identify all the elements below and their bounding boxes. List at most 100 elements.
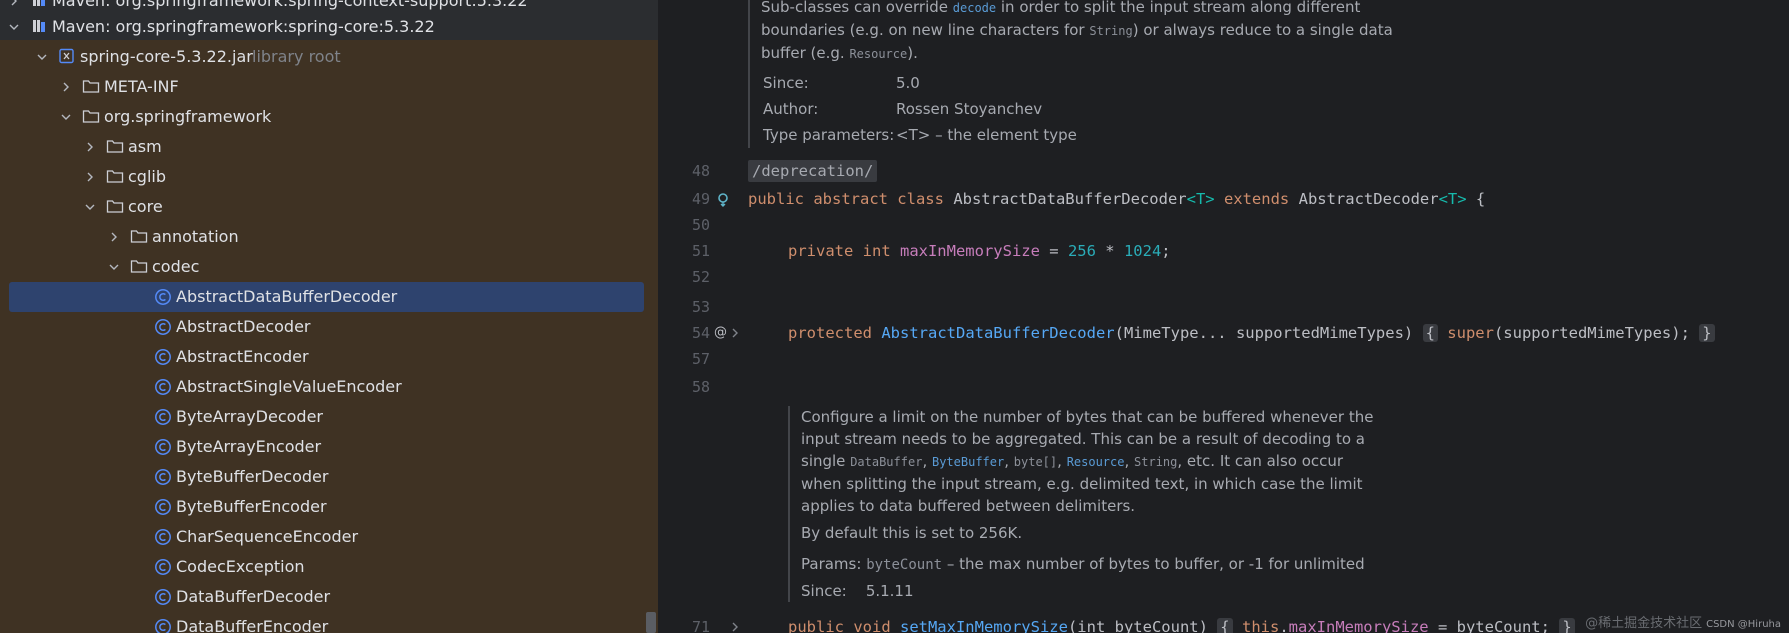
tree-node[interactable]: AbstractEncoder	[0, 342, 658, 372]
doc-default-text: By default this is set to 256K.	[801, 524, 1023, 542]
doc-text: applies to data buffered between delimit…	[801, 497, 1136, 515]
fold-chevron-icon[interactable]	[730, 320, 740, 346]
tree-node[interactable]: core	[0, 192, 658, 222]
doc-since-label: Since:	[763, 74, 809, 92]
doc-text: when splitting the input stream, e.g. de…	[801, 475, 1363, 493]
jar-icon	[58, 42, 76, 72]
tree-node-label: AbstractDecoder	[176, 317, 311, 336]
tree-node[interactable]: asm	[0, 132, 658, 162]
fold-chevron-icon[interactable]	[730, 614, 740, 633]
tree-node[interactable]: DataBufferEncoder	[0, 612, 658, 633]
class-icon	[154, 282, 172, 312]
code-line-54[interactable]: protected AbstractDataBufferDecoder(Mime…	[788, 320, 1715, 346]
chevron-right-icon[interactable]	[60, 72, 74, 102]
doc-since-value: 5.1.11	[865, 582, 914, 600]
line-number: 54	[691, 324, 710, 342]
tree-node[interactable]: CodecException	[0, 552, 658, 582]
code-line-71[interactable]: public void setMaxInMemorySize(int byteC…	[788, 614, 1575, 633]
chevron-right-icon[interactable]	[84, 132, 98, 162]
chevron-down-icon[interactable]	[60, 102, 74, 132]
code-editor[interactable]: Sub-classes can override decode in order…	[658, 0, 1789, 633]
class-doc-comment: Sub-classes can override decode in order…	[748, 0, 1401, 148]
tree-node-label: core	[128, 197, 163, 216]
folder-icon	[106, 132, 124, 162]
line-number: 51	[691, 242, 710, 260]
line-number: 57	[691, 350, 710, 368]
line-number: 49	[691, 190, 710, 208]
tree-node-label: META-INF	[104, 77, 179, 96]
chevron-right-icon[interactable]	[84, 162, 98, 192]
tree-node[interactable]: AbstractDecoder	[0, 312, 658, 342]
doc-params-text: – the max number of bytes to buffer, or …	[942, 555, 1365, 573]
tree-node[interactable]: annotation	[0, 222, 658, 252]
tree-node-label: CodecException	[176, 557, 305, 576]
library-icon	[30, 12, 48, 42]
tree-node-label: asm	[128, 137, 162, 156]
chevron-down-icon[interactable]	[8, 12, 22, 42]
implemented-gutter-icon[interactable]	[716, 186, 732, 212]
doc-params-label: Params:	[801, 555, 862, 573]
chevron-down-icon[interactable]	[36, 42, 50, 72]
tree-node[interactable]: DataBufferDecoder	[0, 582, 658, 612]
doc-text: input stream needs to be aggregated. Thi…	[801, 430, 1366, 448]
tree-node[interactable]: META-INF	[0, 72, 658, 102]
chevron-right-icon[interactable]	[108, 222, 122, 252]
deprecation-annotation: /deprecation/	[748, 160, 878, 182]
tree-node[interactable]: ByteArrayEncoder	[0, 432, 658, 462]
tree-node-label: ByteBufferEncoder	[176, 497, 327, 516]
folder-icon	[82, 72, 100, 102]
chevron-down-icon[interactable]	[108, 252, 122, 282]
tree-node[interactable]: codec	[0, 252, 658, 282]
folder-icon	[82, 102, 100, 132]
class-icon	[154, 552, 172, 582]
tree-node[interactable]: ByteBufferEncoder	[0, 492, 658, 522]
doc-text: Sub-classes can override	[761, 0, 953, 16]
tree-node[interactable]: spring-core-5.3.22.jar library root	[0, 42, 658, 72]
tree-node[interactable]: AbstractSingleValueEncoder	[0, 372, 658, 402]
tree-node[interactable]: org.springframework	[0, 102, 658, 132]
doc-link-bytebuffer[interactable]: ByteBuffer	[932, 455, 1004, 469]
tree-node[interactable]: CharSequenceEncoder	[0, 522, 658, 552]
line-number: 53	[691, 298, 710, 316]
tree-scrollbar[interactable]	[646, 612, 656, 633]
doc-text: buffer (e.g.	[761, 44, 850, 62]
doc-text: ).	[907, 44, 918, 62]
class-icon	[154, 432, 172, 462]
class-icon	[154, 312, 172, 342]
tree-node[interactable]: ByteArrayDecoder	[0, 402, 658, 432]
code-line-48[interactable]: /deprecation/	[748, 158, 878, 184]
tree-node[interactable]: AbstractDataBufferDecoder	[0, 282, 658, 312]
tree-node-label: AbstractSingleValueEncoder	[176, 377, 402, 396]
code-line-49[interactable]: public abstract class AbstractDataBuffer…	[748, 186, 1485, 212]
folded-region[interactable]: {	[1422, 324, 1438, 342]
class-icon	[154, 342, 172, 372]
doc-link-resource[interactable]: Resource	[1067, 455, 1125, 469]
tree-node-label: ByteArrayDecoder	[176, 407, 323, 426]
folded-region[interactable]: }	[1559, 618, 1575, 633]
tree-node[interactable]: cglib	[0, 162, 658, 192]
doc-text: ) or always reduce to a single data	[1132, 21, 1393, 39]
tree-node-label: spring-core-5.3.22.jar	[80, 47, 253, 66]
doc-text: boundaries (e.g. on new line characters …	[761, 21, 1090, 39]
folder-icon	[130, 222, 148, 252]
tree-node-label: DataBufferEncoder	[176, 617, 329, 633]
line-number: 58	[691, 378, 710, 396]
chevron-down-icon[interactable]	[84, 192, 98, 222]
code-line-51[interactable]: private int maxInMemorySize = 256 * 1024…	[788, 238, 1171, 264]
tree-node[interactable]: ByteBufferDecoder	[0, 462, 658, 492]
override-gutter-icon[interactable]: @	[714, 320, 727, 346]
line-number: 50	[691, 216, 710, 234]
doc-link-decode[interactable]: decode	[953, 1, 996, 15]
doc-param-name: byteCount	[866, 557, 943, 573]
tree-node-label: CharSequenceEncoder	[176, 527, 359, 546]
doc-author-value: Rossen Stoyanchev	[896, 100, 1043, 118]
folded-region[interactable]: {	[1217, 618, 1233, 633]
tree-node-label: cglib	[128, 167, 166, 186]
tree-node[interactable]: Maven: org.springframework:spring-core:5…	[0, 12, 658, 42]
folded-region[interactable]: }	[1699, 324, 1715, 342]
tree-node-label: AbstractDataBufferDecoder	[176, 287, 398, 306]
watermark: @稀土掘金技术社区 CSDN @Hiruha	[1585, 616, 1781, 631]
tree-node-label: Maven: org.springframework:spring-core:5…	[52, 17, 435, 36]
tree-node-label: ByteArrayEncoder	[176, 437, 322, 456]
class-icon	[154, 372, 172, 402]
